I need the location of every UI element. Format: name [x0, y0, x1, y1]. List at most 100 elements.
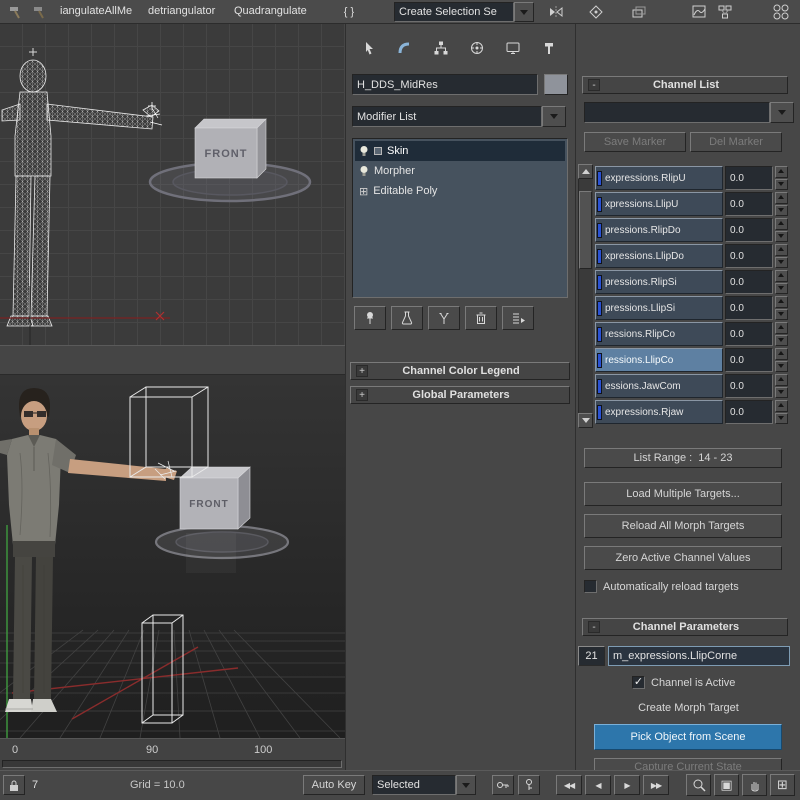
viewport-front-wireframe[interactable]: FRONT [0, 24, 345, 345]
collapse-icon[interactable]: - [588, 621, 600, 633]
selection-lock-icon[interactable] [3, 775, 25, 795]
zoom-icon[interactable] [686, 774, 711, 796]
channel-value-field[interactable]: 0.0 [725, 192, 773, 216]
mirror-icon[interactable] [545, 2, 567, 22]
channel-value-field[interactable]: 0.0 [725, 400, 773, 424]
expand-icon[interactable]: + [356, 365, 368, 377]
modifier-list-dropdown[interactable]: Modifier List [352, 106, 566, 127]
script-button-quadrangulate[interactable]: Quadrangulate [234, 5, 307, 17]
tab-create-icon[interactable] [354, 36, 384, 60]
tab-motion-icon[interactable] [462, 36, 492, 60]
next-frame-icon[interactable]: ▶▶ [643, 775, 669, 795]
remove-modifier-icon[interactable] [465, 306, 497, 330]
viewport-perspective-shaded[interactable]: FRONT [0, 375, 345, 738]
channel-button[interactable]: pressions.LlipSi [595, 296, 723, 320]
reload-all-morph-targets-button[interactable]: Reload All Morph Targets [584, 514, 782, 538]
pin-stack-icon[interactable] [354, 306, 386, 330]
maximize-viewport-icon[interactable]: ⊞ [770, 774, 795, 796]
channel-value-field[interactable]: 0.0 [725, 348, 773, 372]
modifier-stack-item-morpher[interactable]: Morpher [355, 161, 565, 181]
modifier-stack-item-skin[interactable]: Skin [355, 141, 565, 161]
channel-value-field[interactable]: 0.0 [725, 322, 773, 346]
value-spinner[interactable] [775, 400, 788, 424]
value-spinner[interactable] [775, 270, 788, 294]
rollout-channel-parameters[interactable]: - Channel Parameters [582, 618, 788, 636]
zoom-extents-icon[interactable]: ▣ [714, 774, 739, 796]
collapse-icon[interactable]: - [588, 79, 600, 91]
tab-hierarchy-icon[interactable] [426, 36, 456, 60]
scrollbar-thumb[interactable] [579, 191, 592, 269]
value-spinner[interactable] [775, 166, 788, 190]
chevron-down-icon[interactable] [514, 2, 534, 22]
channel-value-field[interactable]: 0.0 [725, 270, 773, 294]
script-button-triangulate[interactable]: iangulateAllMe [60, 5, 132, 17]
hammer-icon[interactable] [4, 2, 26, 22]
align-icon[interactable] [585, 2, 607, 22]
channel-button[interactable]: essions.JawCom [595, 374, 723, 398]
viewport-divider[interactable] [0, 345, 345, 375]
auto-reload-checkbox[interactable] [584, 580, 597, 593]
channel-name-field[interactable]: m_expressions.LlipCorne [608, 646, 790, 666]
rollout-channel-list[interactable]: - Channel List [582, 76, 788, 94]
value-spinner[interactable] [775, 296, 788, 320]
channel-button[interactable]: expressions.Rjaw [595, 400, 723, 424]
make-unique-icon[interactable] [428, 306, 460, 330]
front-box[interactable]: FRONT [194, 118, 267, 179]
go-to-start-icon[interactable]: ◀◀ [556, 775, 582, 795]
channel-button[interactable]: xpressions.LlipDo [595, 244, 723, 268]
channel-active-checkbox[interactable]: ✓ [632, 676, 645, 689]
front-box[interactable]: FRONT [179, 466, 251, 530]
rollout-channel-color-legend[interactable]: + Channel Color Legend [350, 362, 570, 380]
selection-set-dropdown[interactable]: Create Selection Se [394, 2, 534, 22]
tab-utilities-icon[interactable] [534, 36, 564, 60]
scrollbar-track[interactable] [578, 179, 593, 413]
show-end-result-icon[interactable] [391, 306, 423, 330]
channel-button[interactable]: ressions.LlipCo [595, 348, 723, 372]
key-mode-icon[interactable] [518, 775, 540, 795]
track-bar-groove[interactable] [2, 760, 342, 768]
braces-icon[interactable]: { } [330, 2, 368, 22]
previous-frame-icon[interactable]: ◀ [585, 775, 611, 795]
set-keys-icon[interactable] [492, 775, 514, 795]
script-button-detriangulator[interactable]: detriangulator [148, 5, 215, 17]
object-name-field[interactable]: H_DDS_MidRes [352, 74, 538, 95]
schematic-view-icon[interactable] [714, 2, 736, 22]
chevron-down-icon[interactable] [456, 775, 476, 795]
channel-value-field[interactable]: 0.0 [725, 296, 773, 320]
value-spinner[interactable] [775, 322, 788, 346]
auto-key-button[interactable]: Auto Key [303, 775, 365, 795]
load-multiple-targets-button[interactable]: Load Multiple Targets... [584, 482, 782, 506]
pick-object-from-scene-button[interactable]: Pick Object from Scene [594, 724, 782, 750]
channel-list-scrollb ar[interactable] [578, 164, 593, 428]
capture-current-state-button[interactable]: Capture Current State [594, 758, 782, 770]
save-marker-button[interactable]: Save Marker [584, 132, 686, 152]
expand-plus-icon[interactable]: ⊞ [359, 185, 368, 198]
scroll-up-icon[interactable] [578, 164, 593, 179]
chevron-down-icon[interactable] [770, 102, 794, 123]
channel-button[interactable]: ressions.RlipCo [595, 322, 723, 346]
track-bar[interactable]: 0 90 100 [0, 738, 345, 770]
channel-value-field[interactable]: 0.0 [725, 374, 773, 398]
value-spinner[interactable] [775, 374, 788, 398]
curve-editor-icon[interactable] [688, 2, 710, 22]
channel-button[interactable]: expressions.RlipU [595, 166, 723, 190]
chevron-down-icon[interactable] [542, 106, 566, 127]
rollout-global-parameters[interactable]: + Global Parameters [350, 386, 570, 404]
play-icon[interactable]: ▶ [614, 775, 640, 795]
marker-dropdown[interactable] [584, 102, 794, 123]
channel-value-field[interactable]: 0.0 [725, 218, 773, 242]
channel-value-field[interactable]: 0.0 [725, 244, 773, 268]
channel-value-field[interactable]: 0.0 [725, 166, 773, 190]
scroll-down-icon[interactable] [578, 413, 593, 428]
hammer-icon-2[interactable] [28, 2, 50, 22]
pan-icon[interactable] [742, 774, 767, 796]
bulb-icon[interactable] [359, 165, 369, 177]
object-color-swatch[interactable] [544, 74, 568, 95]
channel-button[interactable]: xpressions.LlipU [595, 192, 723, 216]
del-marker-button[interactable]: Del Marker [690, 132, 782, 152]
modifier-stack-item-editable-poly[interactable]: ⊞ Editable Poly [355, 181, 565, 201]
material-editor-icon[interactable] [770, 2, 792, 22]
channel-number-field[interactable]: 21 [578, 646, 605, 666]
layer-manager-icon[interactable] [628, 2, 650, 22]
channel-button[interactable]: pressions.RlipSi [595, 270, 723, 294]
